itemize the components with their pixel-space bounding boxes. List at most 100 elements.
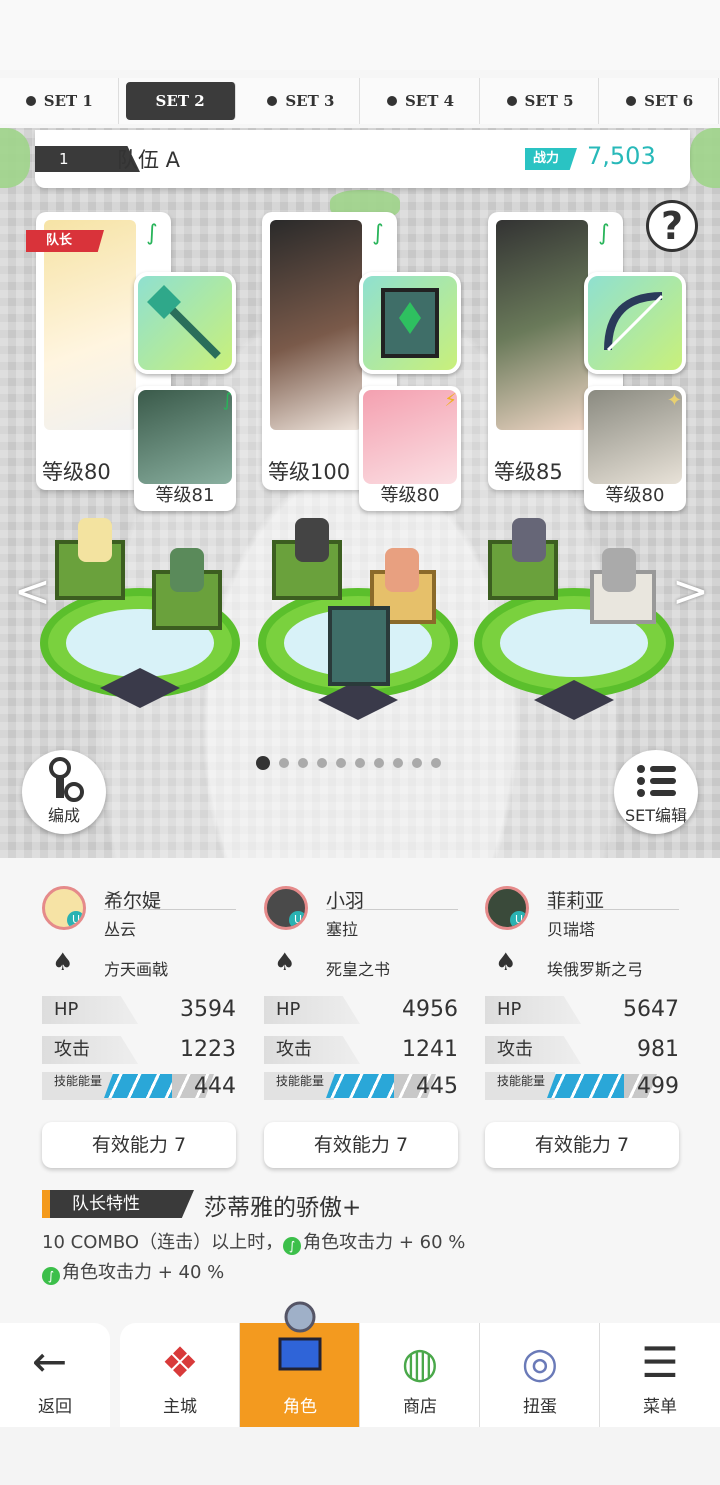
dot-icon bbox=[267, 96, 278, 106]
energy-value: 445 bbox=[416, 1074, 458, 1099]
character-title: 丛云 bbox=[104, 920, 137, 939]
nav-item-menu[interactable]: ☰ 菜单 bbox=[600, 1323, 720, 1427]
tab-label: SET 3 bbox=[285, 92, 335, 110]
page-dot[interactable] bbox=[317, 758, 327, 768]
leaf-icon: ∫ bbox=[598, 221, 610, 246]
rank-badge-icon: U bbox=[289, 911, 305, 927]
page-dot[interactable] bbox=[336, 758, 346, 768]
halberd-icon bbox=[147, 285, 221, 359]
back-arrow-icon: ← bbox=[32, 1337, 68, 1386]
weapon-slot-1[interactable] bbox=[134, 272, 236, 374]
formation-button[interactable]: 编成 bbox=[22, 750, 106, 834]
support-card-3[interactable]: ✦ 等级80 bbox=[584, 386, 686, 511]
page-dot[interactable] bbox=[431, 758, 441, 768]
back-button[interactable]: ← 返回 bbox=[0, 1323, 110, 1427]
page-dot[interactable] bbox=[256, 756, 270, 770]
tab-set-3[interactable]: SET 3 bbox=[243, 78, 361, 124]
character-icon bbox=[278, 1301, 322, 1371]
nav-label: 菜单 bbox=[643, 1397, 677, 1417]
divider bbox=[326, 909, 458, 910]
leaf-icon: ∫ bbox=[42, 1267, 60, 1285]
nav-item-gacha[interactable]: ◎ 扭蛋 bbox=[480, 1323, 600, 1427]
tab-set-6[interactable]: SET 6 bbox=[601, 78, 719, 124]
character-portrait bbox=[496, 220, 588, 430]
chibi-character[interactable] bbox=[385, 548, 419, 592]
energy-label: 技能能量 bbox=[485, 1072, 555, 1100]
dot-icon bbox=[506, 96, 517, 106]
list-icon bbox=[637, 765, 676, 797]
page-indicator bbox=[256, 756, 441, 770]
weapon-slot-3[interactable] bbox=[584, 272, 686, 374]
support-card-1[interactable]: ∫ 等级81 bbox=[134, 386, 236, 511]
chibi-character[interactable] bbox=[78, 518, 112, 562]
weapon-name: 方天画戟 bbox=[104, 960, 169, 979]
set-edit-label: SET编辑 bbox=[624, 806, 688, 825]
bottom-nav: ← 返回 ❖ 主城 角色 ◍ 商店 ◎ 扭蛋 ☰ 菜单 bbox=[0, 1301, 720, 1427]
weapon-slot-2[interactable] bbox=[359, 272, 461, 374]
nav-label: 角色 bbox=[283, 1397, 317, 1417]
divider bbox=[104, 909, 236, 910]
avatar[interactable]: U bbox=[264, 886, 308, 930]
weapon-slot-icon: ♠ bbox=[495, 948, 517, 976]
weapon-slot-icon: ♠ bbox=[274, 948, 296, 976]
page-dot[interactable] bbox=[374, 758, 384, 768]
skill-text: 角色攻击力 + 40 % bbox=[62, 1262, 225, 1283]
formation-icon bbox=[49, 757, 84, 802]
chibi-character[interactable] bbox=[295, 518, 329, 562]
tab-set-2[interactable]: SET 2 bbox=[125, 82, 236, 120]
leader-ribbon: 队长 bbox=[26, 230, 104, 252]
page-dot[interactable] bbox=[279, 758, 289, 768]
next-arrow-icon[interactable]: > bbox=[672, 566, 709, 617]
effective-ability-button[interactable]: 有效能力 7 bbox=[485, 1122, 679, 1168]
atk-label: 攻击 bbox=[42, 1036, 138, 1064]
tab-label: SET 4 bbox=[404, 92, 455, 110]
hp-label: HP bbox=[42, 996, 138, 1024]
leader-skill: 队长特性 莎蒂雅的骄傲+ 10 COMBO（连击）以上时， ∫ 角色攻击力 + 60… bbox=[42, 1188, 692, 1308]
energy-label: 技能能量 bbox=[42, 1072, 112, 1100]
avatar[interactable]: U bbox=[42, 886, 86, 930]
weapon-slot-icon: ♠ bbox=[52, 948, 74, 976]
nav-label: 主城 bbox=[163, 1397, 197, 1417]
page-dot[interactable] bbox=[298, 758, 308, 768]
menu-icon: ☰ bbox=[641, 1338, 679, 1387]
book-icon bbox=[381, 288, 439, 358]
set-edit-button[interactable]: SET编辑 bbox=[614, 750, 698, 834]
character-level: 等级100 bbox=[268, 460, 351, 484]
prev-arrow-icon[interactable]: < bbox=[14, 566, 51, 617]
effective-ability-button[interactable]: 有效能力 7 bbox=[264, 1122, 458, 1168]
page-dot[interactable] bbox=[355, 758, 365, 768]
help-button[interactable]: ? bbox=[646, 200, 698, 252]
energy-stat: 技能能量 444 bbox=[42, 1072, 236, 1100]
leader-skill-line-2: ∫ 角色攻击力 + 40 % bbox=[42, 1258, 465, 1288]
nav-item-character[interactable]: 角色 bbox=[240, 1301, 360, 1427]
chibi-character[interactable] bbox=[170, 548, 204, 592]
tab-set-5[interactable]: SET 5 bbox=[482, 78, 600, 124]
hp-stat: HP 3594 bbox=[42, 996, 236, 1024]
team-name[interactable]: 队伍 A bbox=[117, 144, 180, 174]
atk-label: 攻击 bbox=[485, 1036, 581, 1064]
atk-stat: 攻击 1223 bbox=[42, 1036, 236, 1064]
atk-stat: 攻击 981 bbox=[485, 1036, 679, 1064]
character-level: 等级80 bbox=[42, 460, 111, 484]
avatar[interactable]: U bbox=[485, 886, 529, 930]
tab-set-4[interactable]: SET 4 bbox=[362, 78, 480, 124]
nav-item-shop[interactable]: ◍ 商店 bbox=[360, 1323, 480, 1427]
chibi-character[interactable] bbox=[602, 548, 636, 592]
support-card-2[interactable]: ⚡ 等级80 bbox=[359, 386, 461, 511]
status-area bbox=[0, 0, 720, 70]
effective-ability-button[interactable]: 有效能力 7 bbox=[42, 1122, 236, 1168]
support-portrait bbox=[138, 390, 232, 484]
energy-value: 499 bbox=[637, 1074, 679, 1099]
leaf-icon: ∫ bbox=[283, 1237, 302, 1255]
page-dot[interactable] bbox=[412, 758, 422, 768]
atk-value: 1241 bbox=[402, 1037, 458, 1062]
atk-stat: 攻击 1241 bbox=[264, 1036, 458, 1064]
page-dot[interactable] bbox=[393, 758, 403, 768]
tab-set-1[interactable]: SET 1 bbox=[1, 78, 119, 124]
team-header: 1 队伍 A 战力 7,503 bbox=[35, 130, 690, 188]
nav-label: 扭蛋 bbox=[523, 1397, 557, 1417]
nav-item-town[interactable]: ❖ 主城 bbox=[120, 1323, 240, 1427]
stats-panel: U 希尔媞 丛云 ♠ 方天画戟 HP 3594 攻击 1223 技能能量 444 有效… bbox=[0, 858, 720, 1323]
chibi-character[interactable] bbox=[512, 518, 546, 562]
leader-skill-description: 10 COMBO（连击）以上时， ∫ 角色攻击力 + 60 % ∫ 角色攻击力 + 4… bbox=[42, 1228, 465, 1288]
